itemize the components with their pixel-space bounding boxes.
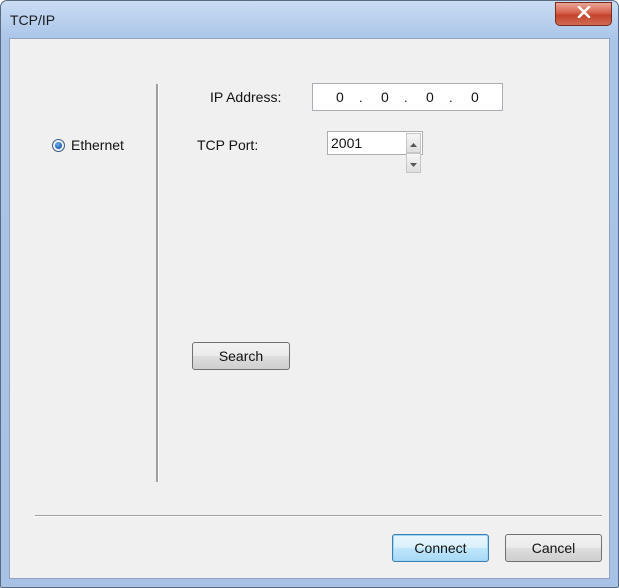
vertical-divider xyxy=(156,84,159,482)
dialog-window: TCP/IP Ethernet IP Address: 0 . 0 . 0 . … xyxy=(0,0,619,588)
ip-octet-3[interactable]: 0 xyxy=(426,89,434,105)
tcp-port-label: TCP Port: xyxy=(197,137,259,153)
tcp-port-stepper[interactable]: 2001 xyxy=(327,131,423,173)
stepper-buttons xyxy=(406,133,421,173)
ip-octet-2[interactable]: 0 xyxy=(381,89,389,105)
chevron-down-icon xyxy=(410,154,417,172)
chevron-up-icon xyxy=(410,134,417,152)
ip-address-label: IP Address: xyxy=(210,89,282,105)
ip-separator: . xyxy=(449,90,453,105)
ip-separator: . xyxy=(404,90,408,105)
stepper-up-button[interactable] xyxy=(406,133,421,153)
ethernet-option[interactable]: Ethernet xyxy=(52,137,124,153)
ethernet-label: Ethernet xyxy=(71,137,124,153)
ip-octet-1[interactable]: 0 xyxy=(336,89,344,105)
radio-selected-dot xyxy=(55,141,62,149)
close-button[interactable] xyxy=(555,2,612,26)
ip-octet-4[interactable]: 0 xyxy=(471,89,479,105)
stepper-down-button[interactable] xyxy=(406,153,421,173)
ip-address-field[interactable]: 0 . 0 . 0 . 0 xyxy=(312,83,503,111)
connect-button[interactable]: Connect xyxy=(392,534,489,562)
window-title: TCP/IP xyxy=(10,12,56,28)
dialog-body: Ethernet IP Address: 0 . 0 . 0 . 0 TCP P… xyxy=(9,38,610,579)
tcp-port-value[interactable]: 2001 xyxy=(331,135,362,151)
title-bar[interactable]: TCP/IP xyxy=(1,1,618,39)
horizontal-divider xyxy=(35,515,602,517)
ip-separator: . xyxy=(359,90,363,105)
search-button[interactable]: Search xyxy=(192,342,290,370)
close-icon xyxy=(577,5,591,23)
cancel-button[interactable]: Cancel xyxy=(505,534,602,562)
ethernet-radio[interactable] xyxy=(52,138,65,152)
